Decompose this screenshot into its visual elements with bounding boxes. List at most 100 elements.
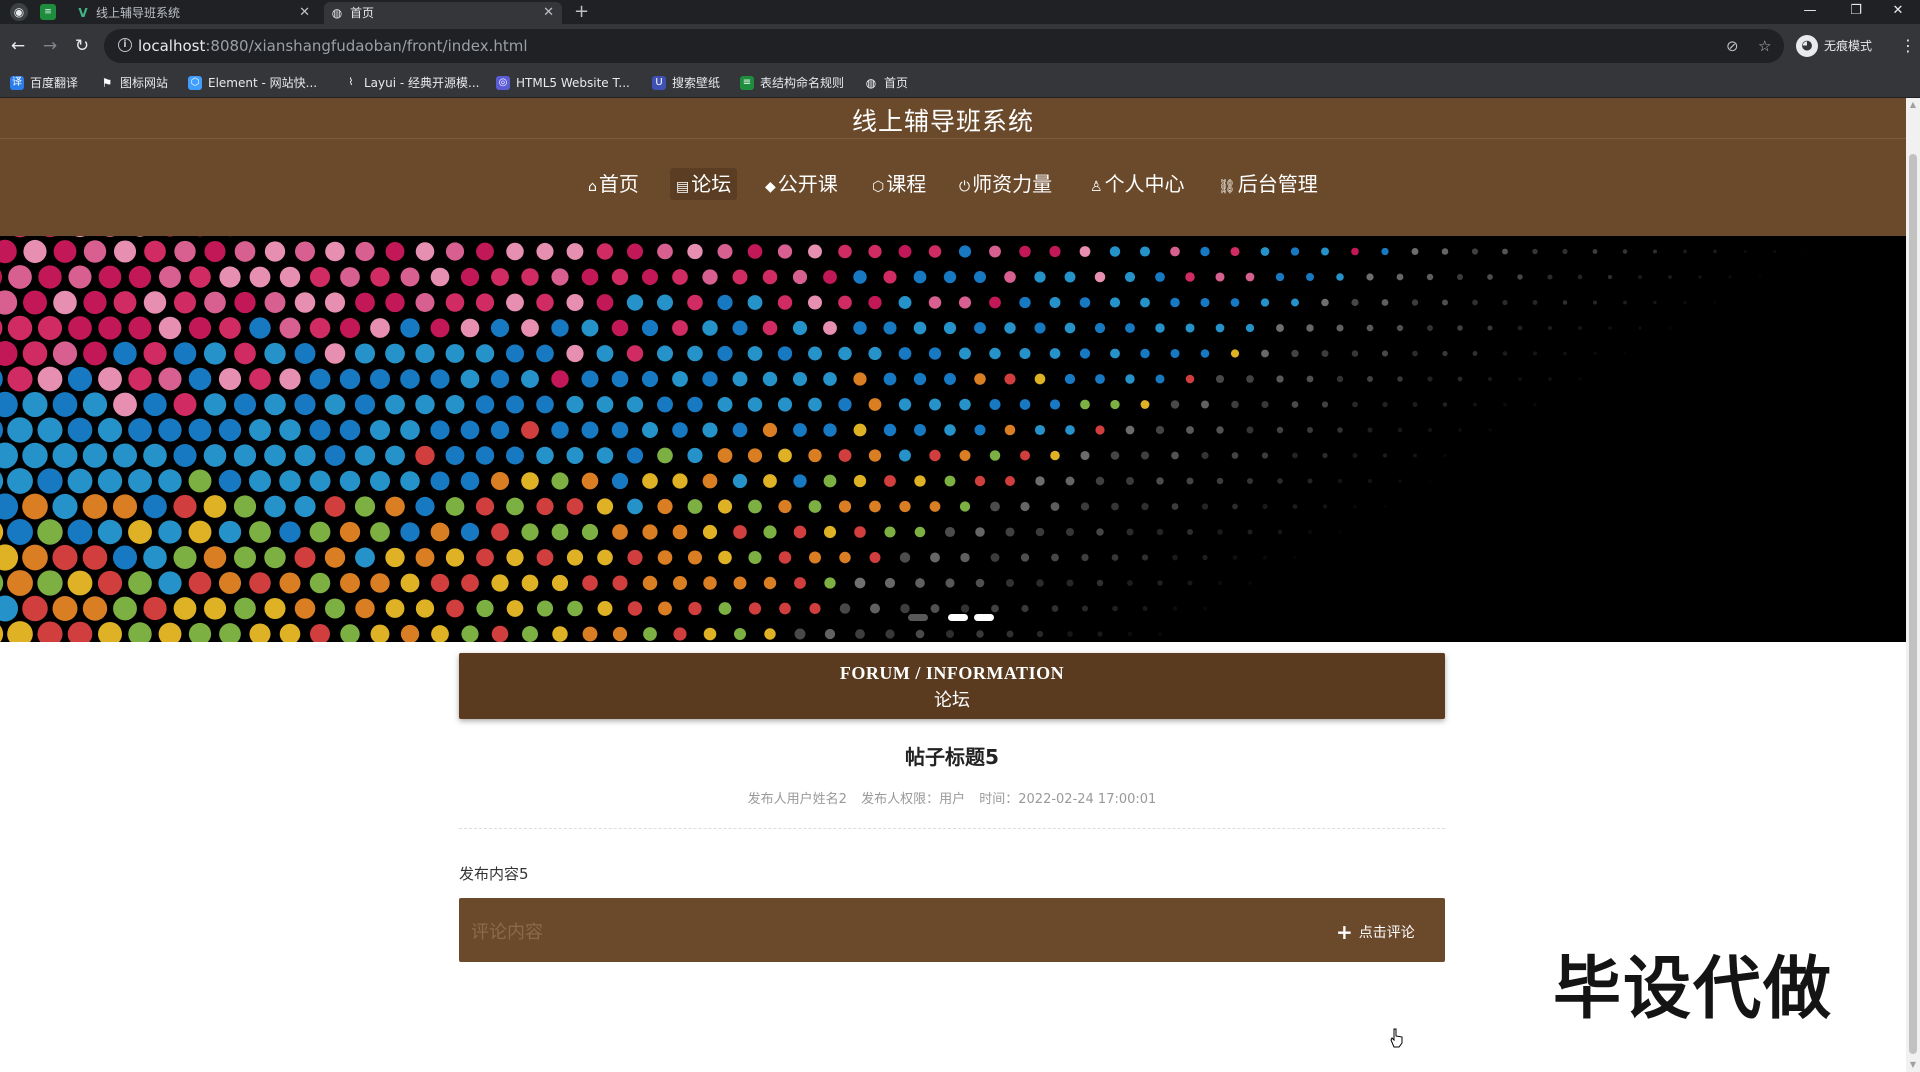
bookmark-item[interactable]: ⌇ Layui - 经典开源模... [344,74,479,92]
url-text[interactable]: localhost:8080/xianshangfudaoban/front/i… [138,37,528,55]
browser-menu-icon[interactable]: ◉ [10,3,28,21]
banner-dot [611,421,629,439]
banner-dot [1231,452,1239,459]
info-icon[interactable]: i [118,38,132,52]
tab-system[interactable]: V 线上辅导班系统 ✕ [70,2,318,24]
banner-dot [143,291,167,314]
close-window-button[interactable]: ✕ [1876,0,1920,24]
bookmark-item[interactable]: ≡ 表结构命名规则 [740,74,844,92]
banner-carousel[interactable] [0,236,1906,642]
minimize-button[interactable]: — [1788,0,1832,24]
banner-dot [325,598,345,619]
banner-dot [14,236,26,238]
banner-dot [566,395,584,414]
banner-dot [1351,298,1359,307]
banner-dot [762,371,778,387]
banner-dot [958,296,972,309]
close-icon[interactable]: ✕ [299,2,310,24]
banner-dot [1035,476,1045,486]
banner-dot [1079,348,1091,359]
banner-dot [1306,375,1314,383]
banner-dot [491,625,509,642]
banner-dot [581,421,599,439]
banner-dot [945,578,955,588]
banner-dot [173,291,197,314]
banner-dot [460,267,480,287]
banner-dot [732,473,748,489]
banner-dot [83,290,107,315]
banner-dot [128,265,152,289]
banner-dot [536,600,554,617]
banner-dot [1049,297,1061,308]
app-tab-icon[interactable]: ≡ [40,4,56,20]
tab-label: 首页 [350,6,375,20]
banner-dot [974,373,986,385]
banner-dot [1080,450,1090,461]
banner-dot [204,291,226,314]
bookmark-item[interactable]: U 搜索壁纸 [652,74,720,92]
scroll-up-icon[interactable]: ▲ [1909,100,1917,109]
banner-dot [7,621,33,642]
star-icon[interactable]: ☆ [1758,37,1771,55]
banner-dot [219,266,241,288]
bookmark-item[interactable]: 译百度翻译 [10,74,78,92]
add-comment-button[interactable]: + 点击评论 [1336,920,1415,944]
banner-dot [1140,400,1150,409]
banner-dot [143,392,167,417]
carousel-dot[interactable] [974,614,994,621]
bookmark-item[interactable]: ◎ HTML5 Website T... [496,74,630,92]
banner-dot [1262,555,1268,560]
banner-dot [1170,400,1180,409]
carousel-dot-active[interactable] [948,614,968,621]
banner-dot [8,265,32,289]
banner-dot [974,475,986,487]
back-icon[interactable]: ← [8,36,28,56]
nav-home[interactable]: ⌂ 首页 [582,168,645,200]
address-bar[interactable]: i localhost:8080/xianshangfudaoban/front… [104,29,1784,63]
bookmark-item[interactable]: ⬡ Element - 网站快... [188,74,317,92]
incognito-profile[interactable]: ◕ 无痕模式 [1796,34,1872,58]
banner-dot [0,236,2,238]
banner-dot [128,571,152,595]
comment-placeholder[interactable]: 评论内容 [471,918,543,944]
close-icon[interactable]: ✕ [543,2,554,24]
banner-dot [596,243,614,260]
nav-forum[interactable]: ▤ 论坛 [670,168,738,200]
banner-dot [309,317,331,339]
banner-dot [853,321,867,335]
nav-admin[interactable]: ⛓ 后台管理 [1212,168,1324,200]
banner-dot [1188,632,1191,635]
comment-bar[interactable]: 评论内容 + 点击评论 [459,898,1445,962]
banner-dot [1246,426,1254,434]
banner-dot [642,575,658,591]
banner-dot [22,391,48,418]
nav-personal-center[interactable]: ♙ 个人中心 [1084,168,1191,200]
banner-dot [792,371,808,387]
banner-dot [22,544,48,571]
banner-dot [1472,351,1478,356]
carousel-dot[interactable] [908,614,928,621]
banner-dot [1034,322,1046,334]
new-tab-button[interactable]: + [574,1,589,23]
banner-dot [1064,322,1076,334]
banner-dot [37,519,63,545]
scrollbar-thumb[interactable] [1909,154,1917,1054]
banner-dot [1307,478,1313,484]
reload-icon[interactable]: ↻ [72,36,92,56]
eye-off-icon[interactable]: ⊘ [1726,37,1739,55]
tab-home[interactable]: ◍ 首页 ✕ [324,2,562,24]
page-scrollbar[interactable]: ▲ ▼ [1906,98,1920,1072]
scroll-down-icon[interactable]: ▼ [1909,1060,1917,1069]
bookmark-item[interactable]: ◍ 首页 [864,74,908,92]
forward-icon[interactable]: → [40,36,60,56]
kebab-menu-icon[interactable]: ⋮ [1900,36,1916,55]
nav-teachers[interactable]: ⏻ 师资力量 [953,168,1058,200]
nav-courses[interactable]: ⬡ 课程 [866,168,932,200]
banner-dot [1080,399,1090,410]
banner-dot [1261,349,1269,358]
restore-button[interactable]: ❐ [1834,0,1878,24]
bookmark-item[interactable]: ⚑ 图标网站 [100,74,168,92]
banner-dot [793,474,807,488]
banner-dot [1109,297,1121,308]
nav-public-course[interactable]: ◆ 公开课 [759,168,844,200]
